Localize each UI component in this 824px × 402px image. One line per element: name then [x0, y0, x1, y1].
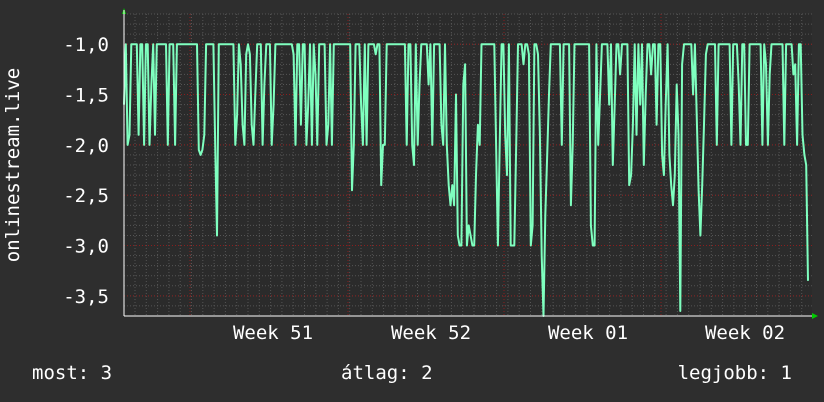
y-tick-label: -2,0: [63, 135, 109, 157]
x-tick-label: Week 52: [391, 322, 471, 344]
plot-area: [124, 14, 812, 316]
y-tick-label: -2,5: [63, 185, 109, 207]
x-axis-arrow: [812, 313, 818, 319]
footer-stats: most: 3 átlag: 2 legjobb: 1: [0, 360, 824, 390]
y-tick-label: -3,5: [63, 286, 109, 308]
x-axis-ticks: Week 51 Week 52 Week 01 Week 02: [233, 322, 785, 344]
y-axis-label: onlinestream.live: [2, 68, 24, 262]
x-tick-label: Week 01: [548, 322, 628, 344]
x-tick-label: Week 51: [233, 322, 313, 344]
chart: -1,0-1,5-2,0-2,5-3,0-3,5 Week 51 Week 52 W…: [2, 8, 818, 344]
y-axis-ticks: -1,0 -1,5 -2,0 -2,5 -3,0 -3,5: [63, 34, 109, 308]
stat-average: átlag: 2: [341, 362, 433, 384]
y-tick-label: -3,0: [63, 236, 109, 258]
stat-best: legjobb: 1: [677, 362, 792, 384]
y-tick-label: -1,0: [63, 34, 109, 56]
stat-now: most: 3: [32, 362, 113, 384]
y-tick-label: -1,5: [63, 85, 109, 107]
x-tick-label: Week 02: [705, 322, 785, 344]
